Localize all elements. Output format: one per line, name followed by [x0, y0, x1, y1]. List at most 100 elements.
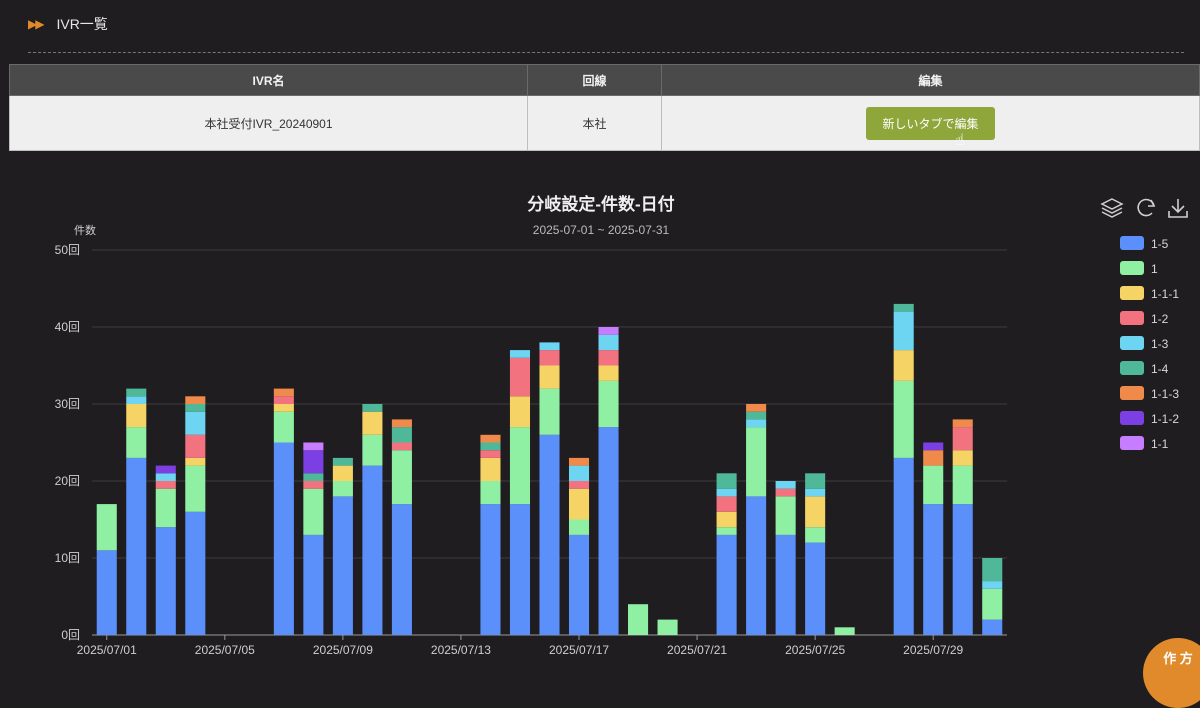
bar-segment [716, 511, 737, 528]
bar-segment [155, 527, 176, 635]
bar-segment [982, 588, 1003, 620]
bar-segment [628, 604, 649, 635]
bar-segment [805, 488, 826, 497]
bar-segment [391, 450, 412, 505]
download-icon[interactable] [1168, 199, 1188, 218]
x-tick-label: 2025/07/09 [313, 643, 373, 657]
bar-segment [480, 450, 501, 458]
legend-swatch [1120, 261, 1144, 275]
bar-segment [362, 411, 383, 435]
bar-segment [746, 427, 767, 497]
bar-segment [568, 465, 590, 481]
chart-title: 分岐設定-件数-日付 [527, 194, 674, 214]
bar-segment [568, 534, 590, 635]
x-tick-label: 2025/07/25 [785, 643, 845, 657]
bar-segment [657, 619, 678, 635]
column-header-ivr-name: IVR名 [9, 64, 528, 96]
bar-segment [509, 350, 531, 358]
bar-segment [952, 465, 973, 505]
bar-segment [539, 434, 560, 635]
bar-segment [775, 534, 796, 635]
bar-segment [185, 465, 206, 512]
toolbox [1100, 198, 1188, 218]
bar-segment [805, 542, 826, 635]
bar-segment [923, 504, 944, 635]
bar-segment [391, 427, 412, 443]
bar-segment [480, 457, 501, 481]
bar-segment [598, 327, 619, 335]
table-header-row: IVR名 回線 編集 [9, 64, 1200, 96]
bar-segment [598, 365, 619, 381]
bar-segment [273, 388, 294, 397]
legend-swatch [1120, 361, 1144, 375]
edit-cell: 新しいタブで編集 [661, 95, 1200, 151]
double-arrow-icon: ▶▶ [28, 17, 45, 31]
bar-segment [893, 350, 914, 381]
bar-segment [509, 357, 531, 397]
bar-segment [185, 411, 206, 435]
column-header-line: 回線 [527, 64, 662, 96]
bar-segment [982, 619, 1003, 635]
bar-segment [332, 481, 353, 497]
bar-segment [834, 627, 855, 635]
bar-segment [155, 473, 176, 481]
bar-segment [126, 388, 147, 397]
x-tick-label: 2025/07/21 [667, 643, 727, 657]
bar-segment [775, 488, 796, 497]
bar-segment [568, 519, 590, 535]
branch-count-chart: 分岐設定-件数-日付 2025-07-01 ~ 2025-07-31 件数 0回… [55, 194, 1188, 657]
bar-segment [185, 396, 206, 404]
bar-segment [539, 350, 560, 366]
legend-swatch [1120, 386, 1144, 400]
bar-segment [539, 365, 560, 389]
bar-segment [185, 434, 206, 458]
bar-segment [805, 473, 826, 489]
hand-cursor-icon: ☝ [955, 132, 965, 149]
bar-segment [273, 442, 294, 635]
ivr-table: IVR名 回線 編集 本社受付IVR_20240901 本社 新しいタブで編集 [9, 64, 1200, 151]
bar-segment [893, 311, 914, 351]
legend-swatch [1120, 411, 1144, 425]
bar-segment [480, 434, 501, 443]
refresh-icon[interactable] [1137, 198, 1156, 217]
bar-segment [362, 434, 383, 466]
bar-segment [303, 473, 324, 481]
bar-segment [509, 504, 531, 635]
bar-segment [539, 388, 560, 435]
bar-segment [303, 534, 324, 635]
bar-segment [509, 427, 531, 505]
bar-segment [952, 427, 973, 451]
bar-segment [805, 496, 826, 528]
bar-segment [155, 481, 176, 489]
x-tick-label: 2025/07/17 [549, 643, 609, 657]
corner-badge[interactable]: 作 方 [1143, 638, 1200, 708]
bar-segment [805, 527, 826, 543]
bar-segment [273, 411, 294, 443]
y-tick-label: 40回 [55, 320, 80, 334]
bar-segment [303, 450, 324, 474]
bar-segment [332, 457, 353, 466]
y-tick-label: 10回 [55, 551, 80, 565]
bar-segment [952, 419, 973, 428]
open-in-new-tab-edit-button[interactable]: 新しいタブで編集 [866, 106, 995, 140]
x-axis: 2025/07/01 2025/07/05 2025/07/09 2025/07/13… [77, 635, 964, 657]
y-tick-label: 20回 [55, 474, 80, 488]
bar-segment [716, 496, 737, 512]
bar-segment [362, 465, 383, 635]
y-axis-label: 件数 [74, 224, 96, 237]
layers-icon[interactable] [1100, 198, 1124, 218]
bar-segment [126, 396, 147, 404]
dashed-divider [28, 52, 1184, 53]
y-tick-label: 0回 [61, 628, 80, 642]
bar-segment [185, 404, 206, 412]
x-tick-label: 2025/07/13 [431, 643, 491, 657]
bar-segment [952, 504, 973, 635]
bar-segment [746, 496, 767, 635]
bar-segment [96, 550, 117, 635]
bar-segment [480, 481, 501, 505]
bar-segment [716, 534, 737, 635]
legend-label: 1 [1151, 262, 1158, 276]
legend-label: 1-5 [1151, 237, 1169, 251]
bar-segment [893, 303, 914, 312]
bar-segment [126, 457, 147, 635]
